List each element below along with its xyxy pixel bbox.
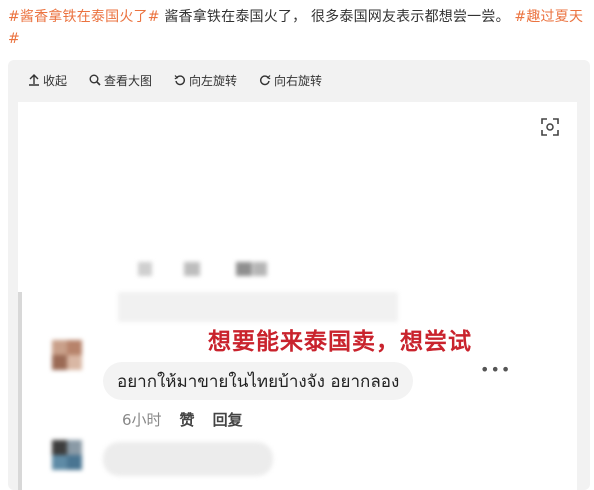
image-edge-strip [18,292,22,490]
red-caption: 想要能来泰国卖，想尝试 [208,329,472,355]
comment-bubble: อยากให้มาขายในไทยบ้างจัง อยากลอง [103,362,414,400]
blurred-username [118,252,278,286]
reply-button[interactable]: 回复 [213,409,243,430]
blurred-second-comment [103,442,273,476]
avatar [52,340,82,370]
rotate-left-label: 向左旋转 [189,73,238,88]
collapse-label: 收起 [43,73,68,88]
expand-icon[interactable] [539,116,561,138]
view-large-button[interactable]: 查看大图 [89,72,152,89]
image-viewer-panel: 收起 查看大图 向左旋转 向右旋转 想要能来泰国卖，想尝试 อยากให้มาข… [8,60,590,490]
post-text: #酱香拿铁在泰国火了# 酱香拿铁在泰国火了， 很多泰国网友表示都想尝一尝。 #趣… [8,6,584,50]
view-large-label: 查看大图 [104,73,153,88]
more-options-icon[interactable]: ••• [480,360,511,379]
rotate-right-button[interactable]: 向右旋转 [259,72,322,89]
comment-meta: 6小时 赞 回复 [122,409,243,430]
avatar-second [52,440,82,470]
collapse-arrow-icon [29,74,39,86]
rotate-left-button[interactable]: 向左旋转 [174,72,237,89]
comment-time: 6小时 [122,411,162,429]
blurred-subtext [118,292,398,322]
comment-text: อยากให้มาขายในไทยบ้างจัง อยากลอง [117,371,400,392]
post-body: 酱香拿铁在泰国火了， 很多泰国网友表示都想尝一尝。 [159,9,515,25]
collapse-button[interactable]: 收起 [28,72,67,89]
image-toolbar: 收起 查看大图 向左旋转 向右旋转 [8,60,590,100]
rotate-left-icon [174,75,186,86]
post-image[interactable]: 想要能来泰国卖，想尝试 อยากให้มาขายในไทยบ้างจัง อยา… [18,102,577,490]
like-button[interactable]: 赞 [180,409,195,430]
rotate-right-icon [260,75,271,86]
hashtag-sauce-latte[interactable]: #酱香拿铁在泰国火了# [8,9,160,25]
rotate-right-label: 向右旋转 [274,73,323,88]
magnifier-icon [89,74,101,86]
